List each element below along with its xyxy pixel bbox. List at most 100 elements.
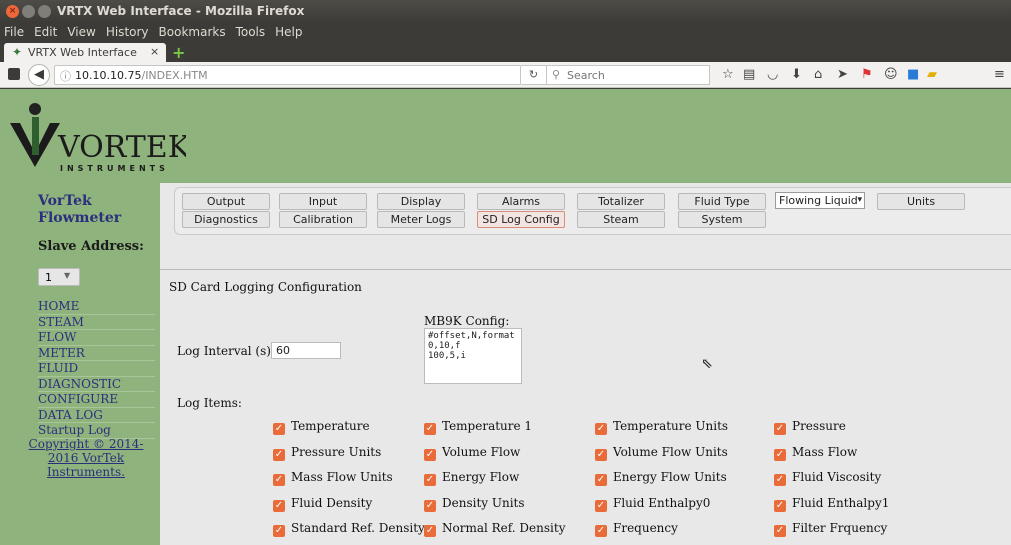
- log-item-checkbox[interactable]: ✓ Temperature: [273, 419, 370, 435]
- steam-button[interactable]: Steam: [577, 211, 665, 228]
- checkbox-checked-icon[interactable]: ✓: [774, 423, 786, 435]
- checkbox-checked-icon[interactable]: ✓: [273, 448, 285, 461]
- checkbox-checked-icon[interactable]: ✓: [774, 525, 786, 537]
- sidebar-item-meter[interactable]: METER: [38, 346, 155, 361]
- checkbox-checked-icon[interactable]: ✓: [774, 499, 786, 512]
- extension-icon[interactable]: ■: [907, 67, 919, 82]
- tab-vrtx[interactable]: ✦ VRTX Web Interface ×: [4, 43, 166, 62]
- log-item-checkbox[interactable]: ✓ Mass Flow: [774, 445, 857, 461]
- sidebar-item-diagnostic[interactable]: DIAGNOSTIC: [38, 377, 155, 392]
- download-icon[interactable]: ⬇: [791, 67, 802, 82]
- sidebar-item-fluid[interactable]: FLUID: [38, 361, 155, 377]
- sidebar-item-configure[interactable]: CONFIGURE: [38, 392, 155, 408]
- checkbox-checked-icon[interactable]: ✓: [595, 448, 607, 461]
- system-button[interactable]: System: [678, 211, 766, 228]
- log-item-checkbox[interactable]: ✓ Energy Flow: [424, 470, 519, 486]
- checkbox-checked-icon[interactable]: ✓: [424, 448, 436, 461]
- search-bar[interactable]: ⚲: [547, 65, 710, 85]
- checkbox-checked-icon[interactable]: ✓: [424, 525, 436, 537]
- menu-edit[interactable]: Edit: [34, 25, 57, 39]
- input-button[interactable]: Input: [279, 193, 367, 210]
- checkbox-checked-icon[interactable]: ✓: [273, 525, 285, 537]
- checkbox-checked-icon[interactable]: ✓: [774, 474, 786, 486]
- log-item-checkbox[interactable]: ✓ Fluid Density: [273, 496, 372, 512]
- tab-strip: ✦ VRTX Web Interface × +: [0, 42, 1011, 62]
- reload-icon[interactable]: ↻: [521, 65, 547, 85]
- mb9k-config-textarea[interactable]: #offset,N,format 0,10,f 100,5,i: [424, 328, 522, 384]
- totalizer-button[interactable]: Totalizer: [577, 193, 665, 210]
- window-minimize-button[interactable]: [22, 5, 35, 18]
- log-item-checkbox[interactable]: ✓ Standard Ref. Density: [273, 521, 425, 537]
- checkbox-checked-icon[interactable]: ✓: [273, 474, 285, 486]
- checkbox-checked-icon[interactable]: ✓: [595, 423, 607, 435]
- log-item-checkbox[interactable]: ✓ Volume Flow Units: [595, 445, 728, 461]
- search-input[interactable]: [567, 68, 703, 82]
- log-item-checkbox[interactable]: ✓ Mass Flow Units: [273, 470, 393, 486]
- folder-icon[interactable]: ▰: [927, 67, 937, 82]
- star-icon[interactable]: ☆: [722, 67, 734, 82]
- window-close-button[interactable]: ×: [6, 5, 19, 18]
- log-item-checkbox[interactable]: ✓ Fluid Viscosity: [774, 470, 881, 486]
- fluid-type-button[interactable]: Fluid Type: [678, 193, 766, 210]
- sd-log-config-button[interactable]: SD Log Config: [477, 211, 565, 228]
- log-item-checkbox[interactable]: ✓ Fluid Enthalpy1: [774, 496, 889, 512]
- slave-address-select[interactable]: 1 ▼: [38, 268, 80, 286]
- menu-icon[interactable]: ≡: [994, 67, 1005, 82]
- units-button[interactable]: Units: [877, 193, 965, 210]
- checkbox-checked-icon[interactable]: ✓: [273, 499, 285, 512]
- new-tab-icon[interactable]: +: [172, 43, 185, 62]
- log-item-checkbox[interactable]: ✓ Density Units: [424, 496, 525, 512]
- checkbox-checked-icon[interactable]: ✓: [774, 448, 786, 461]
- checkbox-checked-icon[interactable]: ✓: [424, 423, 436, 435]
- log-item-checkbox[interactable]: ✓ Pressure Units: [273, 445, 381, 461]
- url-text[interactable]: 10.10.10.75/INDEX.HTM: [75, 69, 208, 82]
- menu-help[interactable]: Help: [275, 25, 302, 39]
- display-button[interactable]: Display: [377, 193, 465, 210]
- send-icon[interactable]: ➤: [837, 67, 848, 82]
- menu-history[interactable]: History: [106, 25, 149, 39]
- log-item-checkbox[interactable]: ✓ Normal Ref. Density: [424, 521, 565, 537]
- chat-icon[interactable]: ☺: [884, 67, 898, 82]
- output-button[interactable]: Output: [182, 193, 270, 210]
- sidebar-item-home[interactable]: HOME: [38, 299, 155, 315]
- sidebar-toggle-icon[interactable]: [8, 68, 20, 80]
- menu-bookmarks[interactable]: Bookmarks: [159, 25, 226, 39]
- log-item-checkbox[interactable]: ✓ Filter Frquency: [774, 521, 887, 537]
- checkbox-checked-icon[interactable]: ✓: [595, 499, 607, 512]
- checkbox-checked-icon[interactable]: ✓: [273, 423, 285, 435]
- home-icon[interactable]: ⌂: [814, 67, 822, 82]
- reading-list-icon[interactable]: ▤: [743, 67, 755, 82]
- config-button-panel: Output Input Display Alarms Totalizer Fl…: [174, 187, 1011, 235]
- log-item-checkbox[interactable]: ✓ Volume Flow: [424, 445, 520, 461]
- diagnostics-button[interactable]: Diagnostics: [182, 211, 270, 228]
- sidebar-item-steam[interactable]: STEAM: [38, 315, 155, 330]
- sidebar-item-data-log[interactable]: DATA LOG: [38, 408, 155, 423]
- checkbox-checked-icon[interactable]: ✓: [595, 474, 607, 486]
- log-item-checkbox[interactable]: ✓ Pressure: [774, 419, 846, 435]
- calibration-button[interactable]: Calibration: [279, 211, 367, 228]
- window-maximize-button[interactable]: [38, 5, 51, 18]
- pdf-icon[interactable]: ⚑: [861, 67, 873, 82]
- menu-tools[interactable]: Tools: [236, 25, 266, 39]
- log-item-checkbox[interactable]: ✓ Energy Flow Units: [595, 470, 727, 486]
- log-item-checkbox[interactable]: ✓ Temperature 1: [424, 419, 532, 435]
- sidebar-item-flow[interactable]: FLOW: [38, 330, 155, 346]
- log-item-checkbox[interactable]: ✓ Frequency: [595, 521, 678, 537]
- menu-file[interactable]: File: [4, 25, 24, 39]
- log-item-checkbox[interactable]: ✓ Fluid Enthalpy0: [595, 496, 710, 512]
- back-button[interactable]: ◀: [28, 64, 50, 86]
- meter-logs-button[interactable]: Meter Logs: [377, 211, 465, 228]
- pocket-icon[interactable]: ◡: [767, 67, 778, 82]
- url-bar[interactable]: ⓘ 10.10.10.75/INDEX.HTM: [54, 65, 521, 85]
- info-icon[interactable]: ⓘ: [60, 68, 71, 84]
- log-item-checkbox[interactable]: ✓ Temperature Units: [595, 419, 728, 435]
- checkbox-checked-icon[interactable]: ✓: [595, 525, 607, 537]
- menu-view[interactable]: View: [67, 25, 95, 39]
- tab-close-icon[interactable]: ×: [150, 45, 159, 58]
- alarms-button[interactable]: Alarms: [477, 193, 565, 210]
- checkbox-checked-icon[interactable]: ✓: [424, 474, 436, 486]
- copyright-link[interactable]: Copyright © 2014-2016 VorTek Instruments…: [16, 437, 156, 479]
- log-interval-input[interactable]: 60: [271, 342, 341, 359]
- checkbox-checked-icon[interactable]: ✓: [424, 499, 436, 512]
- fluid-select[interactable]: Flowing Liquid ▾: [775, 192, 865, 209]
